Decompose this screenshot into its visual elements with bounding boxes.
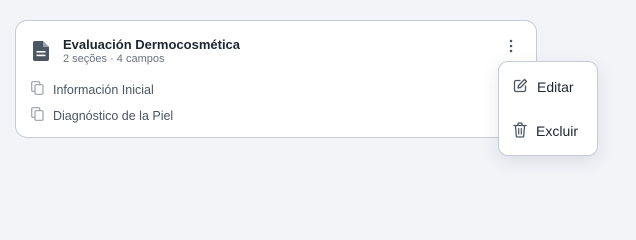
edit-label: Editar — [537, 79, 574, 95]
section-item: Información Inicial — [31, 81, 154, 98]
edit-menu-item[interactable]: Editar — [499, 67, 597, 107]
section-label: Información Inicial — [53, 82, 154, 97]
file-text-icon — [33, 41, 49, 61]
more-vertical-icon — [509, 39, 513, 58]
delete-menu-item[interactable]: Excluir — [499, 111, 597, 151]
card-subtitle: 2 seções · 4 campos — [63, 53, 165, 65]
copy-icon — [31, 81, 53, 98]
section-item: Diagnóstico de la Piel — [31, 107, 173, 124]
section-label: Diagnóstico de la Piel — [53, 108, 174, 123]
trash-icon — [513, 121, 536, 141]
delete-label: Excluir — [536, 123, 579, 139]
options-menu: Editar Excluir — [498, 61, 598, 156]
more-options-button[interactable] — [502, 39, 520, 57]
card-title: Evaluación Dermocosmética — [63, 37, 241, 52]
copy-icon — [31, 107, 53, 124]
form-card[interactable]: Evaluación Dermocosmética 2 seções · 4 c… — [15, 20, 537, 138]
pencil-square-icon — [513, 78, 537, 96]
